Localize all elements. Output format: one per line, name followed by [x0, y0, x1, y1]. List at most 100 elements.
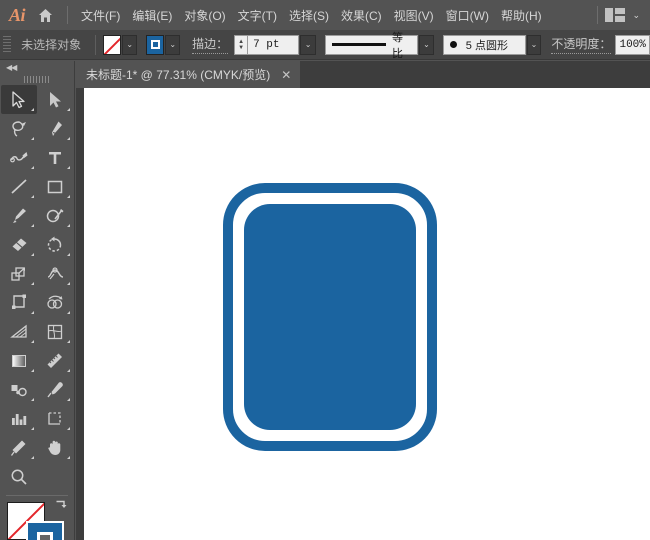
stroke-weight-label[interactable]: 描边： — [192, 35, 228, 54]
direct-selection-tool[interactable] — [37, 85, 73, 114]
type-tool[interactable] — [37, 143, 73, 172]
menu-bar: Ai 文件(F) 编辑(E) 对象(O) 文字(T) 选择(S) 效果(C) 视… — [0, 0, 650, 30]
slice-tool[interactable] — [1, 433, 37, 462]
stroke-weight-stepper[interactable]: ▲▼ — [234, 35, 247, 55]
tool-flyout-corner-icon — [67, 369, 70, 372]
rectangle-tool[interactable] — [37, 172, 73, 201]
menu-window[interactable]: 窗口(W) — [440, 3, 495, 28]
swap-fill-stroke-icon[interactable] — [55, 500, 68, 516]
rounded-rectangle-artwork[interactable] — [223, 183, 437, 451]
stroke-weight-control: ▲▼ 7 pt ⌄ — [234, 35, 316, 55]
controlbar-drag-handle[interactable] — [3, 36, 11, 54]
pen-tool[interactable] — [37, 114, 73, 143]
tool-flyout-corner-icon — [31, 108, 34, 111]
toolbar-drag-handle[interactable] — [0, 74, 74, 85]
stroke-profile-value: 等比 — [392, 29, 411, 61]
fill-color-swatch[interactable] — [103, 35, 121, 55]
selection-status-label: 未选择对象 — [21, 36, 81, 53]
tool-flyout-corner-icon — [31, 224, 34, 227]
controlbar-divider-1 — [95, 35, 96, 55]
lasso-tool[interactable] — [1, 114, 37, 143]
artboard-tool[interactable] — [37, 404, 73, 433]
tool-flyout-corner-icon — [67, 398, 70, 401]
tool-flyout-corner-icon — [67, 195, 70, 198]
tool-flyout-corner-icon — [67, 224, 70, 227]
menu-file[interactable]: 文件(F) — [75, 3, 126, 28]
tool-flyout-corner-icon — [67, 253, 70, 256]
home-icon[interactable] — [30, 0, 60, 30]
scale-tool[interactable] — [1, 259, 37, 288]
perspective-grid-tool[interactable] — [1, 317, 37, 346]
tool-flyout-corner-icon — [31, 369, 34, 372]
hand-tool[interactable] — [37, 433, 73, 462]
mesh-tool[interactable] — [37, 317, 73, 346]
gradient-tool[interactable] — [1, 346, 37, 375]
menu-effect[interactable]: 效果(C) — [335, 3, 388, 28]
stroke-color-swatch[interactable] — [146, 35, 164, 55]
line-segment-tool[interactable] — [1, 172, 37, 201]
tool-flyout-corner-icon — [31, 282, 34, 285]
blend-tool[interactable] — [1, 375, 37, 404]
tool-flyout-corner-icon — [31, 195, 34, 198]
paintbrush-tool[interactable] — [1, 201, 37, 230]
tool-flyout-corner-icon — [67, 137, 70, 140]
tool-flyout-corner-icon — [67, 282, 70, 285]
control-options-bar: 未选择对象 ⌄ ⌄ 描边： ▲▼ 7 pt ⌄ 等比 ⌄ 5 点圆形 ⌄ 不透明… — [0, 30, 650, 60]
zoom-tool[interactable] — [1, 462, 37, 491]
stroke-dropdown-chevron-down-icon[interactable]: ⌄ — [165, 35, 180, 55]
tool-flyout-corner-icon — [31, 456, 34, 459]
selection-tool[interactable] — [1, 85, 37, 114]
stroke-weight-input[interactable]: 7 pt — [247, 35, 299, 55]
menu-divider-right — [597, 6, 598, 24]
fill-stroke-indicator — [0, 500, 74, 540]
shaper-tool[interactable] — [37, 201, 73, 230]
menu-divider-left — [67, 6, 68, 24]
toolbar-divider — [6, 495, 68, 496]
menu-edit[interactable]: 编辑(E) — [126, 3, 178, 28]
curvature-tool[interactable] — [1, 143, 37, 172]
canvas-area[interactable] — [76, 88, 650, 540]
brush-definition-chevron-down-icon[interactable]: ⌄ — [527, 35, 542, 55]
toolbar-collapse-icon[interactable]: ◀◀ — [0, 61, 74, 74]
menu-help[interactable]: 帮助(H) — [495, 3, 548, 28]
column-graph-tool[interactable] — [1, 404, 37, 433]
tool-flyout-corner-icon — [31, 137, 34, 140]
tool-flyout-corner-icon — [31, 166, 34, 169]
tools-panel: ◀◀ — [0, 61, 75, 540]
fill-dropdown-chevron-down-icon[interactable]: ⌄ — [122, 35, 137, 55]
menubar-right-group: ⌄ — [590, 6, 650, 24]
menu-type[interactable]: 文字(T) — [232, 3, 283, 28]
measure-tool[interactable] — [37, 346, 73, 375]
opacity-label[interactable]: 不透明度： — [551, 35, 611, 54]
tool-flyout-corner-icon — [31, 311, 34, 314]
workspace-switcher-icon[interactable] — [605, 8, 625, 22]
menu-select[interactable]: 选择(S) — [283, 3, 335, 28]
artboard[interactable] — [84, 88, 650, 540]
tool-grid-empty-cell — [37, 462, 73, 491]
brush-definition-select[interactable]: 5 点圆形 — [443, 35, 526, 55]
stroke-swatch-inner — [151, 40, 160, 49]
tool-flyout-corner-icon — [31, 398, 34, 401]
stroke-profile-select[interactable]: 等比 — [325, 35, 418, 55]
stroke-weight-chevron-down-icon[interactable]: ⌄ — [300, 35, 316, 55]
eraser-tool[interactable] — [1, 230, 37, 259]
toolbar-stroke-swatch-inner — [37, 532, 53, 540]
menu-object[interactable]: 对象(O) — [178, 3, 231, 28]
rotate-tool[interactable] — [37, 230, 73, 259]
tool-flyout-corner-icon — [31, 427, 34, 430]
stroke-profile-preview-icon — [332, 43, 386, 46]
shape-builder-tool[interactable] — [37, 288, 73, 317]
tool-flyout-corner-icon — [67, 311, 70, 314]
free-transform-tool[interactable] — [1, 288, 37, 317]
brush-preview-icon — [450, 41, 457, 48]
eyedropper-tool[interactable] — [37, 375, 73, 404]
stroke-profile-chevron-down-icon[interactable]: ⌄ — [419, 35, 434, 55]
opacity-input[interactable]: 100% — [615, 35, 650, 55]
width-tool[interactable] — [37, 259, 73, 288]
close-icon[interactable]: ✕ — [280, 69, 292, 81]
tool-flyout-corner-icon — [67, 108, 70, 111]
toolbar-stroke-swatch[interactable] — [26, 521, 64, 540]
workspace-chevron-down-icon[interactable]: ⌄ — [632, 10, 640, 21]
document-tab[interactable]: 未标题-1* @ 77.31% (CMYK/预览) ✕ — [75, 61, 300, 88]
menu-view[interactable]: 视图(V) — [388, 3, 440, 28]
